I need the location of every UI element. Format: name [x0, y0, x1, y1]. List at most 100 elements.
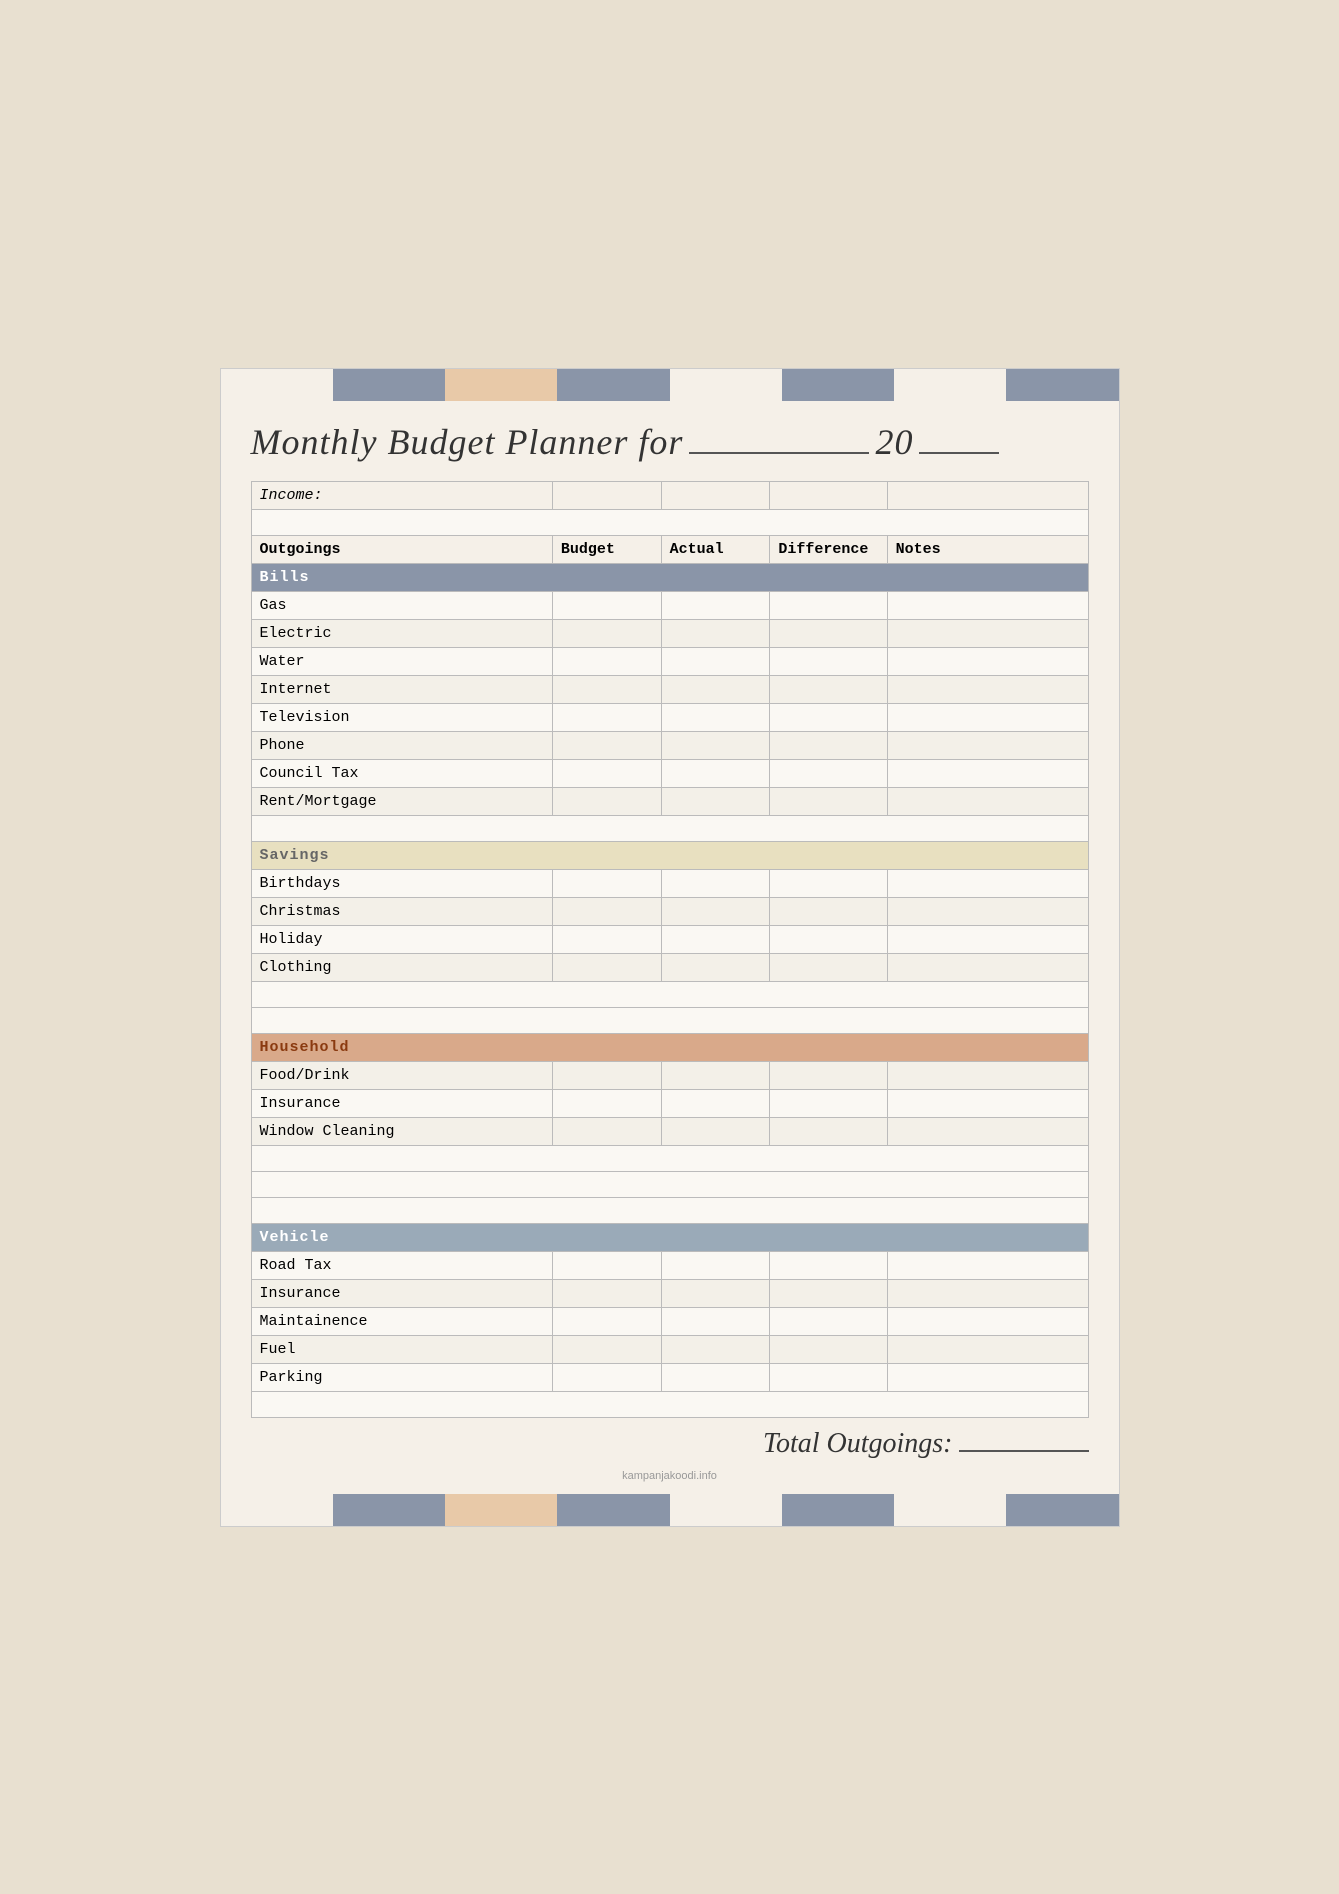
vehicle-label: Vehicle — [251, 1223, 1088, 1251]
household-label: Household — [251, 1033, 1088, 1061]
row-budget — [552, 1335, 661, 1363]
row-diff — [770, 869, 887, 897]
row-notes — [887, 869, 1088, 897]
row-budget — [552, 759, 661, 787]
page: Monthly Budget Planner for 20 Income: Ou… — [220, 368, 1120, 1527]
row-diff — [770, 925, 887, 953]
savings-label: Savings — [251, 841, 1088, 869]
row-actual — [661, 1307, 770, 1335]
table-row: Council Tax — [251, 759, 1088, 787]
col-diff-header: Difference — [770, 535, 887, 563]
income-row: Income: — [251, 481, 1088, 509]
row-diff — [770, 1307, 887, 1335]
table-row: Electric — [251, 619, 1088, 647]
row-actual — [661, 1251, 770, 1279]
empty-row-income — [251, 509, 1088, 535]
row-label: Christmas — [251, 897, 552, 925]
page-title: Monthly Budget Planner for — [251, 421, 684, 463]
table-row: Birthdays — [251, 869, 1088, 897]
row-diff — [770, 1363, 887, 1391]
row-budget — [552, 731, 661, 759]
row-label: Gas — [251, 591, 552, 619]
row-budget — [552, 1061, 661, 1089]
row-diff — [770, 759, 887, 787]
row-label: Window Cleaning — [251, 1117, 552, 1145]
row-budget — [552, 1089, 661, 1117]
row-diff — [770, 897, 887, 925]
row-label: Water — [251, 647, 552, 675]
row-budget — [552, 925, 661, 953]
top-bar — [221, 369, 1119, 401]
row-label: Holiday — [251, 925, 552, 953]
table-row: Internet — [251, 675, 1088, 703]
row-diff — [770, 953, 887, 981]
row-actual — [661, 787, 770, 815]
row-notes — [887, 1363, 1088, 1391]
row-label: Rent/Mortgage — [251, 787, 552, 815]
table-row: Phone — [251, 731, 1088, 759]
row-notes — [887, 1117, 1088, 1145]
row-actual — [661, 647, 770, 675]
row-label: Clothing — [251, 953, 552, 981]
row-budget — [552, 1307, 661, 1335]
row-diff — [770, 1251, 887, 1279]
row-diff — [770, 703, 887, 731]
row-notes — [887, 759, 1088, 787]
table-row: Water — [251, 647, 1088, 675]
row-actual — [661, 925, 770, 953]
row-budget — [552, 591, 661, 619]
column-header-row: Outgoings Budget Actual Difference Notes — [251, 535, 1088, 563]
row-label: Television — [251, 703, 552, 731]
col-notes-header: Notes — [887, 535, 1088, 563]
table-row: Holiday — [251, 925, 1088, 953]
savings-section-header: Savings — [251, 841, 1088, 869]
income-notes — [887, 481, 1088, 509]
bills-section-header: Bills — [251, 563, 1088, 591]
row-actual — [661, 953, 770, 981]
row-label: Birthdays — [251, 869, 552, 897]
row-budget — [552, 1117, 661, 1145]
row-notes — [887, 897, 1088, 925]
row-diff — [770, 647, 887, 675]
row-actual — [661, 591, 770, 619]
total-outgoings-line — [959, 1450, 1089, 1452]
row-label: Road Tax — [251, 1251, 552, 1279]
budget-table: Income: Outgoings Budget Actual Differen… — [251, 481, 1089, 1418]
row-actual — [661, 1363, 770, 1391]
row-diff — [770, 787, 887, 815]
income-label: Income: — [251, 481, 552, 509]
empty-row-vehicle — [251, 1391, 1088, 1417]
vehicle-section-header: Vehicle — [251, 1223, 1088, 1251]
row-diff — [770, 1089, 887, 1117]
row-notes — [887, 1279, 1088, 1307]
table-row: Christmas — [251, 897, 1088, 925]
row-budget — [552, 619, 661, 647]
row-budget — [552, 1251, 661, 1279]
row-notes — [887, 925, 1088, 953]
row-notes — [887, 1335, 1088, 1363]
table-row: Clothing — [251, 953, 1088, 981]
row-notes — [887, 703, 1088, 731]
row-actual — [661, 619, 770, 647]
row-label: Phone — [251, 731, 552, 759]
row-notes — [887, 1251, 1088, 1279]
row-label: Fuel — [251, 1335, 552, 1363]
table-row: Gas — [251, 591, 1088, 619]
row-diff — [770, 619, 887, 647]
row-diff — [770, 1061, 887, 1089]
table-row: Rent/Mortgage — [251, 787, 1088, 815]
table-row: Fuel — [251, 1335, 1088, 1363]
table-row: Maintainence — [251, 1307, 1088, 1335]
empty-row-savings-2 — [251, 1007, 1088, 1033]
col-outgoings-header: Outgoings — [251, 535, 552, 563]
row-diff — [770, 591, 887, 619]
row-budget — [552, 869, 661, 897]
col-budget-header: Budget — [552, 535, 661, 563]
col-actual-header: Actual — [661, 535, 770, 563]
row-notes — [887, 675, 1088, 703]
empty-row-household-3 — [251, 1197, 1088, 1223]
table-row: Insurance — [251, 1279, 1088, 1307]
row-budget — [552, 1363, 661, 1391]
watermark: kampanjakoodi.info — [251, 1466, 1089, 1484]
income-diff — [770, 481, 887, 509]
